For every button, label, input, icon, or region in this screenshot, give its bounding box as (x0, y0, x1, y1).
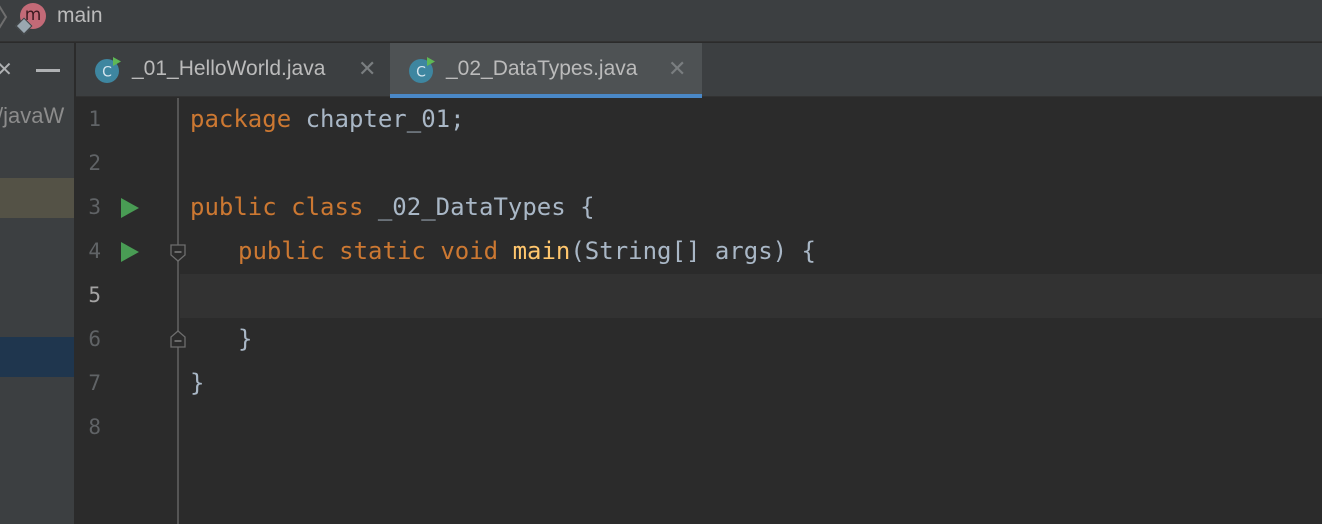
method-name-token: main (512, 237, 571, 265)
line-number: 8 (88, 415, 101, 439)
line-number: 2 (88, 151, 101, 175)
tab-label: _01_HelloWorld.java (132, 57, 326, 80)
editor-tab-bar: C _01_HelloWorld.java ✕ C _02_DataTypes.… (76, 43, 1322, 98)
tab-label: _02_DataTypes.java (446, 57, 638, 80)
chevron-right-icon (0, 5, 8, 29)
project-tree-row-selected[interactable] (0, 337, 74, 377)
fold-gutter-icon[interactable] (170, 244, 186, 262)
keyword-token: public (238, 237, 325, 265)
tab-helloworld[interactable]: C _01_HelloWorld.java ✕ (76, 43, 390, 97)
line-number: 6 (88, 327, 101, 351)
close-icon[interactable]: ✕ (358, 56, 376, 82)
line-number: 1 (88, 107, 101, 131)
keyword-token: class (291, 193, 364, 221)
code-editor[interactable]: 1 2 3 4 5 6 7 8 package chapter_01; publ… (76, 98, 1322, 524)
code-line-1[interactable]: package chapter_01; (190, 105, 465, 133)
keyword-token: static (339, 237, 426, 265)
project-tree-row-highlighted[interactable] (0, 178, 74, 218)
code-line-3[interactable]: public class _02_DataTypes { (190, 193, 595, 221)
java-class-icon: C (409, 57, 435, 83)
project-pane: ✕ /javaW (0, 43, 74, 524)
code-line-6[interactable]: } (238, 325, 252, 353)
line-number: 7 (88, 371, 101, 395)
close-icon[interactable]: ✕ (668, 56, 686, 82)
code-token: _02_DataTypes { (363, 193, 595, 221)
close-icon[interactable]: ✕ (0, 57, 13, 82)
keyword-token: package (190, 105, 292, 133)
gutter-separator (177, 98, 179, 524)
code-token: (String[] args) { (570, 237, 816, 265)
java-class-icon: C (95, 57, 121, 83)
code-token: } (190, 369, 205, 397)
line-number: 4 (88, 239, 101, 263)
svg-text:C: C (102, 65, 112, 81)
current-line-highlight (180, 274, 1322, 318)
line-number-current: 5 (88, 283, 101, 307)
breadcrumb-bar: m main (0, 0, 1322, 42)
keyword-token: void (440, 237, 499, 265)
breadcrumb-item-main[interactable]: main (57, 4, 103, 28)
code-line-4[interactable]: public static void main(String[] args) { (238, 237, 816, 265)
tab-datatypes[interactable]: C _02_DataTypes.java ✕ (390, 43, 702, 98)
code-token: } (238, 325, 253, 353)
keyword-token: public (190, 193, 277, 221)
hide-pane-icon[interactable] (36, 69, 60, 72)
project-path[interactable]: /javaW (0, 103, 64, 129)
run-gutter-icon[interactable] (121, 242, 139, 262)
run-gutter-icon[interactable] (121, 198, 139, 218)
code-token: chapter_01; (291, 105, 465, 133)
line-number: 3 (88, 195, 101, 219)
svg-text:C: C (416, 65, 426, 81)
code-line-7[interactable]: } (190, 369, 204, 397)
fold-gutter-icon[interactable] (170, 330, 186, 348)
